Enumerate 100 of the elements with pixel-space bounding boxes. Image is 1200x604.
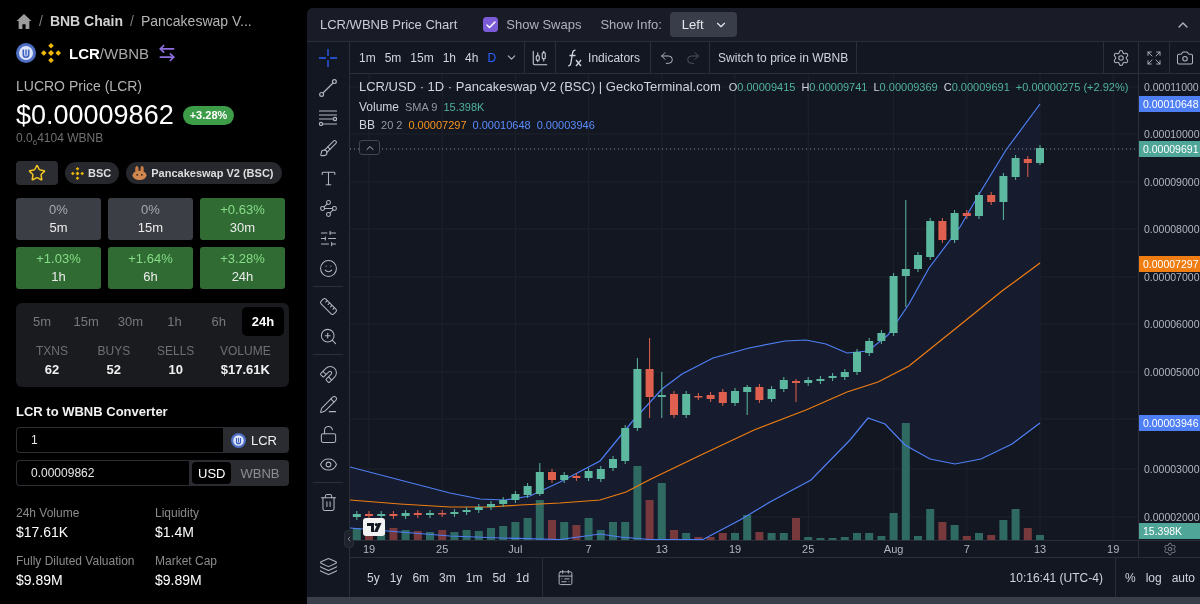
amount-field[interactable]: 0.00009862 bbox=[16, 460, 189, 487]
change-period: 15m bbox=[137, 220, 164, 237]
interval-button[interactable]: 1h bbox=[438, 45, 461, 70]
period-tab[interactable]: 24h bbox=[241, 307, 284, 337]
star-icon bbox=[28, 164, 46, 183]
volume-bar bbox=[999, 520, 1008, 540]
chart-title: LCR/WBNB Price Chart bbox=[320, 17, 458, 32]
scale-button[interactable]: auto bbox=[1166, 570, 1200, 585]
candle bbox=[987, 191, 996, 206]
clock-text: 10:16:41 (UTC-4) bbox=[1009, 570, 1103, 585]
axis-label: 7 bbox=[963, 542, 970, 556]
trash-icon[interactable] bbox=[318, 492, 338, 512]
axis-label: 0.00006000 bbox=[1144, 317, 1200, 331]
volume-bar bbox=[560, 522, 569, 540]
range-button[interactable]: 1d bbox=[510, 570, 535, 585]
breadcrumb-current[interactable]: Pancakeswap V... bbox=[140, 13, 252, 29]
chevron-left-icon bbox=[345, 534, 353, 544]
volume-bar bbox=[743, 515, 752, 540]
scale-button[interactable]: log bbox=[1140, 570, 1167, 585]
pencil-icon[interactable] bbox=[318, 394, 338, 414]
volume-bar bbox=[731, 533, 739, 540]
candle bbox=[962, 209, 971, 220]
interval-button[interactable]: 1m bbox=[355, 45, 380, 70]
home-icon[interactable] bbox=[16, 13, 32, 29]
price-tag: 0.00003946 bbox=[1139, 415, 1200, 431]
line-tool-icon[interactable] bbox=[319, 79, 337, 97]
unit-option[interactable]: USD bbox=[192, 462, 232, 485]
volume-bar bbox=[804, 537, 813, 540]
candlestick-icon[interactable] bbox=[531, 48, 550, 67]
indicators-button[interactable]: Indicators bbox=[562, 44, 645, 71]
breadcrumb-link[interactable]: BNB Chain bbox=[49, 13, 123, 29]
brush-icon[interactable] bbox=[318, 138, 338, 158]
zoom-in-icon[interactable] bbox=[318, 326, 338, 346]
smiley-icon[interactable] bbox=[318, 258, 338, 278]
checkbox[interactable] bbox=[483, 17, 499, 32]
range-button[interactable]: 1m bbox=[460, 570, 488, 585]
range-button[interactable]: 1y bbox=[384, 570, 408, 585]
scale-button[interactable]: % bbox=[1119, 570, 1141, 585]
favorite-button[interactable] bbox=[16, 161, 58, 186]
volume-bar bbox=[670, 530, 678, 540]
candle bbox=[914, 251, 922, 273]
bnb-icon bbox=[41, 43, 61, 63]
candle bbox=[682, 390, 691, 419]
period-tab[interactable]: 5m bbox=[21, 307, 64, 337]
range-button[interactable]: 6m bbox=[407, 570, 435, 585]
fullscreen-icon[interactable] bbox=[1146, 49, 1162, 66]
crosshair-icon[interactable] bbox=[319, 49, 337, 67]
candle bbox=[792, 378, 800, 403]
period-tab[interactable]: 6h bbox=[197, 307, 240, 337]
sliders-icon[interactable] bbox=[318, 228, 338, 248]
axis-label: 25 bbox=[802, 542, 815, 556]
show-info-dropdown[interactable]: Left bbox=[669, 12, 737, 37]
amount-field[interactable]: 1 bbox=[16, 427, 223, 454]
switch-price-button[interactable]: Switch to price in WBNB bbox=[714, 44, 853, 71]
magnet-icon[interactable] bbox=[318, 364, 338, 384]
interval-button[interactable]: D bbox=[483, 45, 501, 70]
candle bbox=[718, 388, 727, 407]
stat-label: Fully Diluted Valuation bbox=[16, 554, 136, 570]
interval-button[interactable]: 15m bbox=[406, 45, 438, 70]
change-value: 0% bbox=[141, 202, 160, 219]
volume-bar bbox=[474, 531, 483, 540]
gear-icon[interactable] bbox=[1162, 542, 1177, 556]
unlock-icon[interactable] bbox=[318, 424, 338, 444]
axis-label: 7 bbox=[585, 542, 592, 556]
network-chip[interactable]: BSC bbox=[65, 162, 120, 185]
chart-symbol: LCR/USD · 1D · Pancakeswap V2 (BSC) | GeckoTerminal.com bbox=[359, 79, 721, 94]
token-selector[interactable]: LCR bbox=[223, 427, 289, 454]
interval-button[interactable]: 5m bbox=[380, 45, 406, 70]
exchange-chip[interactable]: Pancakeswap V2 (BSC) bbox=[126, 162, 282, 185]
period-tab[interactable]: 15m bbox=[65, 307, 108, 337]
candle bbox=[828, 372, 837, 382]
unit-option[interactable]: WBNB bbox=[234, 462, 286, 485]
volume-bar bbox=[401, 530, 410, 540]
range-button[interactable]: 5y bbox=[362, 570, 385, 585]
legend-collapse-button[interactable] bbox=[359, 140, 380, 155]
price-tag: 0.00009691 bbox=[1139, 141, 1200, 157]
candle bbox=[1011, 154, 1020, 181]
layers-icon[interactable] bbox=[318, 556, 338, 576]
stat-value: $1.4M bbox=[155, 524, 195, 542]
horizontal-lines-icon[interactable] bbox=[319, 110, 337, 126]
camera-icon[interactable] bbox=[1176, 48, 1194, 67]
axis-label: 0.00003000 bbox=[1144, 462, 1200, 476]
period-tab[interactable]: 1h bbox=[153, 307, 196, 337]
metric-label: SELLS bbox=[157, 344, 195, 359]
indicator-params: SMA 9 bbox=[405, 101, 438, 113]
calendar-icon[interactable] bbox=[557, 569, 575, 586]
undo-icon[interactable] bbox=[659, 49, 676, 66]
interval-button[interactable]: 4h bbox=[461, 45, 483, 70]
period-tab[interactable]: 30m bbox=[109, 307, 152, 337]
change-period: 1h bbox=[51, 269, 66, 286]
swap-icon[interactable] bbox=[157, 43, 177, 63]
candle bbox=[877, 329, 886, 345]
ruler-icon[interactable] bbox=[318, 296, 338, 316]
volume-bar bbox=[389, 528, 398, 540]
volume-bar bbox=[596, 530, 605, 540]
volume-bar bbox=[926, 509, 935, 540]
pattern-icon[interactable] bbox=[318, 198, 338, 218]
settings-icon[interactable] bbox=[1112, 48, 1130, 67]
range-button[interactable]: 3m bbox=[434, 570, 461, 585]
range-button[interactable]: 5d bbox=[487, 570, 511, 585]
